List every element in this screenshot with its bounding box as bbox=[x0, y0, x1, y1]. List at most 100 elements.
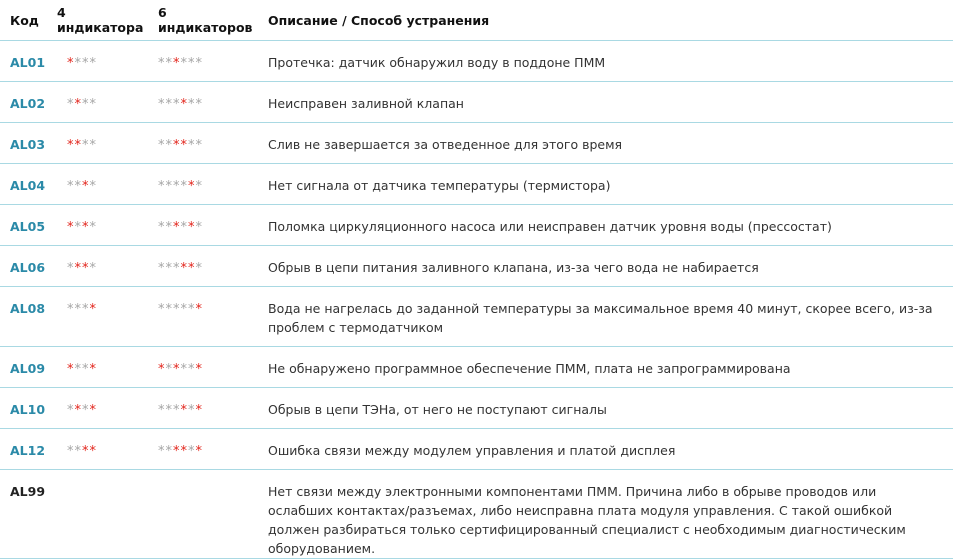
indicator-off-icon: * bbox=[67, 261, 75, 276]
indicator-off-icon: * bbox=[165, 302, 173, 317]
error-code[interactable]: AL12 bbox=[0, 428, 47, 470]
indicator-off-icon: * bbox=[195, 56, 203, 71]
indicator-6-pattern: ****** bbox=[148, 428, 258, 470]
indicator-lit-icon: * bbox=[158, 362, 166, 377]
indicator-off-icon: * bbox=[82, 138, 90, 153]
indicator-off-icon: * bbox=[74, 179, 82, 194]
indicator-lit-icon: * bbox=[82, 444, 90, 459]
error-code[interactable]: AL08 bbox=[0, 286, 47, 347]
indicator-lit-icon: * bbox=[89, 403, 97, 418]
indicator-6-pattern: ****** bbox=[148, 346, 258, 388]
indicator-off-icon: * bbox=[188, 97, 196, 112]
indicator-lit-icon: * bbox=[74, 403, 82, 418]
indicator-lit-icon: * bbox=[67, 362, 75, 377]
error-description: Слив не завершается за отведенное для эт… bbox=[258, 122, 953, 164]
indicator-off-icon: * bbox=[188, 302, 196, 317]
indicator-lit-icon: * bbox=[195, 444, 203, 459]
indicator-off-icon: * bbox=[188, 444, 196, 459]
indicator-off-icon: * bbox=[165, 97, 173, 112]
error-description: Поломка циркуляционного насоса или неисп… bbox=[258, 204, 953, 246]
indicator-off-icon: * bbox=[188, 403, 196, 418]
indicator-off-icon: * bbox=[74, 56, 82, 71]
indicator-off-icon: * bbox=[188, 56, 196, 71]
indicator-lit-icon: * bbox=[82, 261, 90, 276]
indicator-off-icon: * bbox=[165, 403, 173, 418]
indicator-off-icon: * bbox=[165, 138, 173, 153]
indicator-4-pattern: **** bbox=[47, 81, 148, 123]
indicator-off-icon: * bbox=[165, 261, 173, 276]
indicator-4-pattern: **** bbox=[47, 122, 148, 164]
error-code[interactable]: AL09 bbox=[0, 346, 47, 388]
indicator-off-icon: * bbox=[89, 97, 97, 112]
indicator-off-icon: * bbox=[158, 56, 166, 71]
error-code-table: Код 4 индикатора 6 индикаторов Описание … bbox=[0, 0, 953, 559]
indicator-4-pattern: **** bbox=[47, 428, 148, 470]
indicator-4-pattern: **** bbox=[47, 245, 148, 287]
indicator-off-icon: * bbox=[173, 97, 181, 112]
indicator-lit-icon: * bbox=[67, 138, 75, 153]
indicator-lit-icon: * bbox=[180, 261, 188, 276]
indicator-off-icon: * bbox=[67, 302, 75, 317]
indicator-off-icon: * bbox=[67, 179, 75, 194]
error-code[interactable]: AL10 bbox=[0, 387, 47, 429]
error-description: Ошибка связи между модулем управления и … bbox=[258, 428, 953, 470]
indicator-off-icon: * bbox=[74, 444, 82, 459]
indicator-off-icon: * bbox=[158, 261, 166, 276]
error-code[interactable]: AL04 bbox=[0, 163, 47, 205]
table-row: AL99 Нет связи между электронными компоне… bbox=[0, 469, 953, 559]
indicator-lit-icon: * bbox=[89, 302, 97, 317]
indicator-off-icon: * bbox=[89, 179, 97, 194]
error-code[interactable]: AL01 bbox=[0, 40, 47, 82]
indicator-lit-icon: * bbox=[173, 56, 181, 71]
header-code: Код bbox=[0, 0, 47, 41]
indicator-off-icon: * bbox=[195, 97, 203, 112]
indicator-lit-icon: * bbox=[67, 220, 75, 235]
table-row: AL05 **** ****** Поломка циркуляционного на… bbox=[0, 204, 953, 246]
table-row: AL04 **** ****** Нет сигнала от датчика тем… bbox=[0, 163, 953, 205]
indicator-lit-icon: * bbox=[180, 444, 188, 459]
indicator-lit-icon: * bbox=[195, 403, 203, 418]
indicator-off-icon: * bbox=[158, 138, 166, 153]
indicator-off-icon: * bbox=[165, 220, 173, 235]
indicator-off-icon: * bbox=[82, 302, 90, 317]
indicator-lit-icon: * bbox=[74, 138, 82, 153]
error-code[interactable]: AL03 bbox=[0, 122, 47, 164]
table-row: AL02 **** ****** Неисправен заливной клапан bbox=[0, 81, 953, 123]
indicator-4-pattern: **** bbox=[47, 163, 148, 205]
indicator-off-icon: * bbox=[67, 97, 75, 112]
header-6-indicators: 6 индикаторов bbox=[148, 0, 258, 41]
indicator-off-icon: * bbox=[195, 220, 203, 235]
indicator-6-pattern: ****** bbox=[148, 204, 258, 246]
indicator-off-icon: * bbox=[165, 362, 173, 377]
error-code[interactable]: AL02 bbox=[0, 81, 47, 123]
error-code[interactable]: AL06 bbox=[0, 245, 47, 287]
indicator-lit-icon: * bbox=[82, 220, 90, 235]
indicator-6-pattern: ****** bbox=[148, 245, 258, 287]
indicator-off-icon: * bbox=[158, 97, 166, 112]
table-header-row: Код 4 индикатора 6 индикаторов Описание … bbox=[0, 0, 953, 41]
indicator-lit-icon: * bbox=[188, 179, 196, 194]
indicator-4-pattern bbox=[47, 469, 148, 559]
indicator-4-pattern: **** bbox=[47, 387, 148, 429]
indicator-off-icon: * bbox=[188, 138, 196, 153]
error-description: Протечка: датчик обнаружил воду в поддон… bbox=[258, 40, 953, 82]
indicator-off-icon: * bbox=[82, 362, 90, 377]
error-code: AL99 bbox=[0, 469, 47, 559]
indicator-off-icon: * bbox=[173, 403, 181, 418]
indicator-lit-icon: * bbox=[82, 179, 90, 194]
indicator-lit-icon: * bbox=[195, 362, 203, 377]
indicator-lit-icon: * bbox=[180, 97, 188, 112]
indicator-lit-icon: * bbox=[173, 444, 181, 459]
error-code[interactable]: AL05 bbox=[0, 204, 47, 246]
error-description: Нет связи между электронными компонентам… bbox=[258, 469, 953, 559]
table-body: AL01 **** ****** Протечка: датчик обнаружил… bbox=[0, 40, 953, 559]
indicator-off-icon: * bbox=[89, 138, 97, 153]
indicator-off-icon: * bbox=[89, 261, 97, 276]
indicator-lit-icon: * bbox=[173, 220, 181, 235]
indicator-lit-icon: * bbox=[180, 403, 188, 418]
indicator-lit-icon: * bbox=[180, 138, 188, 153]
indicator-off-icon: * bbox=[188, 362, 196, 377]
header-description: Описание / Способ устранения bbox=[258, 0, 953, 41]
indicator-off-icon: * bbox=[158, 302, 166, 317]
indicator-off-icon: * bbox=[173, 179, 181, 194]
